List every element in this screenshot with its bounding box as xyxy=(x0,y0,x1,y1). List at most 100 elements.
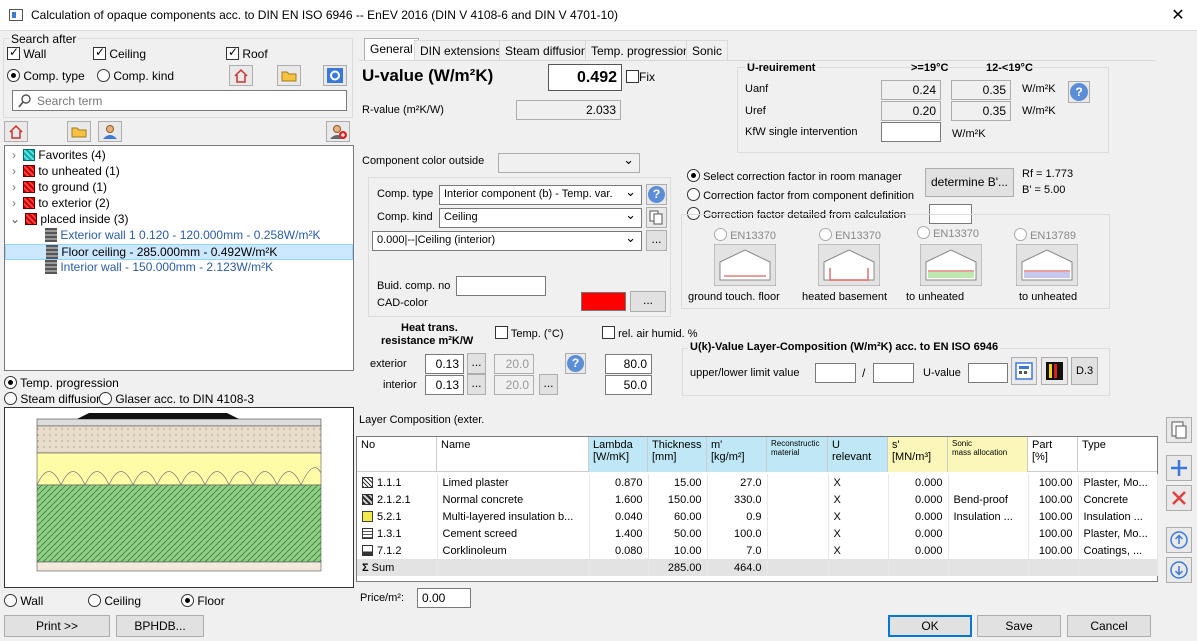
layer-table[interactable]: No Name Lambda [W/mK] Thickness [mm] m' [kg… xyxy=(356,436,1158,582)
ext-resistance-field[interactable]: 0.13 xyxy=(425,354,464,374)
folder-button[interactable] xyxy=(277,65,301,86)
cell-m: 100.0 xyxy=(707,525,768,542)
tree-child-interior-wall[interactable]: Interior wall - 150.000mm - 2.123W/m²K xyxy=(45,260,273,276)
print-button[interactable]: Print >> xyxy=(4,615,110,637)
cell-type: Plaster, Mo... xyxy=(1078,474,1158,491)
correction-opt1-radio[interactable]: Select correction factor in room manager xyxy=(687,169,902,183)
uk-uvalue-field[interactable] xyxy=(968,363,1008,383)
tab-steam-diffusion[interactable]: Steam diffusion xyxy=(499,40,594,60)
table-row[interactable]: 2.1.2.1 Normal concrete 1.600 150.00 330.0 X 0… xyxy=(357,491,1158,508)
tree-item-ground[interactable]: › to ground (1) xyxy=(5,180,107,196)
int-resistance-field[interactable]: 0.13 xyxy=(425,375,464,395)
determine-b-button[interactable]: determine B'... xyxy=(925,168,1014,197)
tree-folder-button[interactable] xyxy=(67,121,91,142)
color-outside-select[interactable] xyxy=(498,153,640,173)
ok-button[interactable]: OK xyxy=(888,615,972,637)
fix-checkbox[interactable]: Fix xyxy=(626,70,655,84)
price-field[interactable]: 0.00 xyxy=(417,588,471,608)
bphdb-button[interactable]: BPHDB... xyxy=(116,615,204,637)
cell-thick: 60.00 xyxy=(648,508,708,525)
buid-no-field[interactable] xyxy=(456,276,546,296)
buid-no-label: Buid. comp. no xyxy=(377,280,451,292)
ceiling-view-radio[interactable]: Ceiling xyxy=(88,594,141,608)
add-layer-button[interactable] xyxy=(1166,455,1192,481)
ureq-help-button[interactable]: ? xyxy=(1068,81,1090,103)
delete-layer-button[interactable] xyxy=(1166,485,1192,511)
table-row[interactable]: 5.2.1 Multi-layered insulation b... 0.040 6… xyxy=(357,508,1158,525)
search-input[interactable]: Search term xyxy=(12,90,347,111)
home-button[interactable] xyxy=(229,65,253,86)
cell-u: X xyxy=(828,542,889,559)
d3-button[interactable]: D.3 xyxy=(1071,357,1098,385)
limit-slash: / xyxy=(862,366,866,380)
ext-humid-field[interactable]: 80.0 xyxy=(605,354,652,374)
std2-radio[interactable]: EN13370 xyxy=(819,228,881,242)
cad-color-swatch[interactable] xyxy=(581,292,626,311)
move-up-button[interactable] xyxy=(1166,527,1192,553)
table-row[interactable]: 1.1.1 Limed plaster 0.870 15.00 27.0 X 0.000 10… xyxy=(357,474,1158,491)
tree-item-favorites[interactable]: › Favorites (4) xyxy=(5,148,106,164)
std3-radio[interactable]: EN13370 xyxy=(917,226,979,240)
floor-view-radio[interactable]: Floor xyxy=(181,594,225,608)
tree-user-button[interactable] xyxy=(98,121,122,142)
upper-limit-field[interactable] xyxy=(815,363,856,383)
tree-item-exterior[interactable]: › to exterior (2) xyxy=(5,196,110,212)
rel-air-checkbox[interactable]: rel. air humid. % xyxy=(602,326,698,340)
comp-type-radio[interactable]: Comp. type xyxy=(7,69,85,83)
tree-add-user-button[interactable] xyxy=(326,121,350,142)
folder-icon xyxy=(281,71,297,82)
comp-type-help-button[interactable]: ? xyxy=(646,184,667,205)
calc-button[interactable] xyxy=(1011,357,1037,385)
comp-kind-select[interactable]: Ceiling xyxy=(439,208,642,228)
correction-opt2-radio[interactable]: Correction factor from component definit… xyxy=(687,188,914,202)
std1-radio[interactable]: EN13370 xyxy=(714,228,776,242)
roof-checkbox[interactable]: Roof xyxy=(226,45,268,61)
table-row[interactable]: 7.1.2 Corklinoleum 0.080 10.00 7.0 X 0.000 100.… xyxy=(357,542,1158,559)
cell-type: Concrete xyxy=(1078,491,1158,508)
int-resistance-button[interactable]: ... xyxy=(467,374,486,395)
cross-section-view xyxy=(4,407,354,588)
temp-checkbox[interactable]: Temp. (°C) xyxy=(495,326,564,340)
tab-sonic[interactable]: Sonic xyxy=(686,40,729,60)
copy-button[interactable] xyxy=(646,207,667,228)
kfw-field[interactable] xyxy=(881,122,941,142)
tree-item-placed-inside[interactable]: ⌄ placed inside (3) xyxy=(5,212,128,228)
glaser-radio[interactable]: Glaser acc. to DIN 4108-3 xyxy=(99,392,254,406)
wall-view-radio[interactable]: Wall xyxy=(4,594,43,608)
temp-progression-radio[interactable]: Temp. progression xyxy=(4,376,119,390)
lower-limit-field[interactable] xyxy=(873,363,914,383)
tab-general[interactable]: General xyxy=(364,38,419,61)
tree-child-floor-ceiling[interactable]: Floor ceiling - 285.000mm - 0.492W/m²K xyxy=(5,244,353,260)
comp-kind-radio[interactable]: Comp. kind xyxy=(97,69,174,83)
int-humid-field[interactable]: 50.0 xyxy=(605,375,652,395)
tab-temp-progression[interactable]: Temp. progression xyxy=(585,40,696,60)
u-value-field[interactable]: 0.492 xyxy=(548,64,622,91)
close-icon[interactable]: ✕ xyxy=(1166,5,1190,25)
cancel-button[interactable]: Cancel xyxy=(1067,615,1151,637)
int-temp-button[interactable]: ... xyxy=(539,374,558,395)
tree-item-unheated[interactable]: › to unheated (1) xyxy=(5,164,120,180)
paste-layer-button[interactable] xyxy=(1166,417,1192,443)
ceiling-checkbox[interactable]: Ceiling xyxy=(93,45,146,61)
heat-help-button[interactable]: ? xyxy=(565,353,586,374)
caption-ground-floor: ground touch. floor xyxy=(688,291,780,303)
tab-din-extensions[interactable]: DIN extensions xyxy=(414,40,508,60)
cell-part: 100.00 xyxy=(1028,474,1079,491)
table-row[interactable]: 1.3.1 Cement screed 1.400 50.00 100.0 X 0.000 1… xyxy=(357,525,1158,542)
component-tree[interactable]: › Favorites (4) › to unheated (1) › to g… xyxy=(4,145,354,371)
layer-chart-button[interactable] xyxy=(1041,357,1068,385)
catalog-browse-button[interactable]: ... xyxy=(646,230,667,251)
steam-diffusion-radio[interactable]: Steam diffusion xyxy=(4,392,103,406)
wall-checkbox[interactable]: Wall xyxy=(7,45,46,61)
cad-color-button[interactable]: ... xyxy=(630,291,666,312)
comp-type-select[interactable]: Interior component (b) - Temp. var. xyxy=(439,185,642,205)
move-down-button[interactable] xyxy=(1166,557,1192,583)
tree-child-exterior-wall[interactable]: Exterior wall 1 0.120 - 120.000mm - 0.25… xyxy=(45,228,320,244)
ext-resistance-button[interactable]: ... xyxy=(467,353,486,374)
std4-radio[interactable]: EN13789 xyxy=(1014,228,1076,242)
settings-button[interactable] xyxy=(323,65,347,86)
tree-home-button[interactable] xyxy=(4,121,28,142)
save-button[interactable]: Save xyxy=(977,615,1061,637)
layer-rows[interactable]: 1.1.1 Limed plaster 0.870 15.00 27.0 X 0.000 10… xyxy=(357,474,1158,576)
catalog-select[interactable]: 0.000|--|Ceiling (interior) xyxy=(372,231,642,251)
